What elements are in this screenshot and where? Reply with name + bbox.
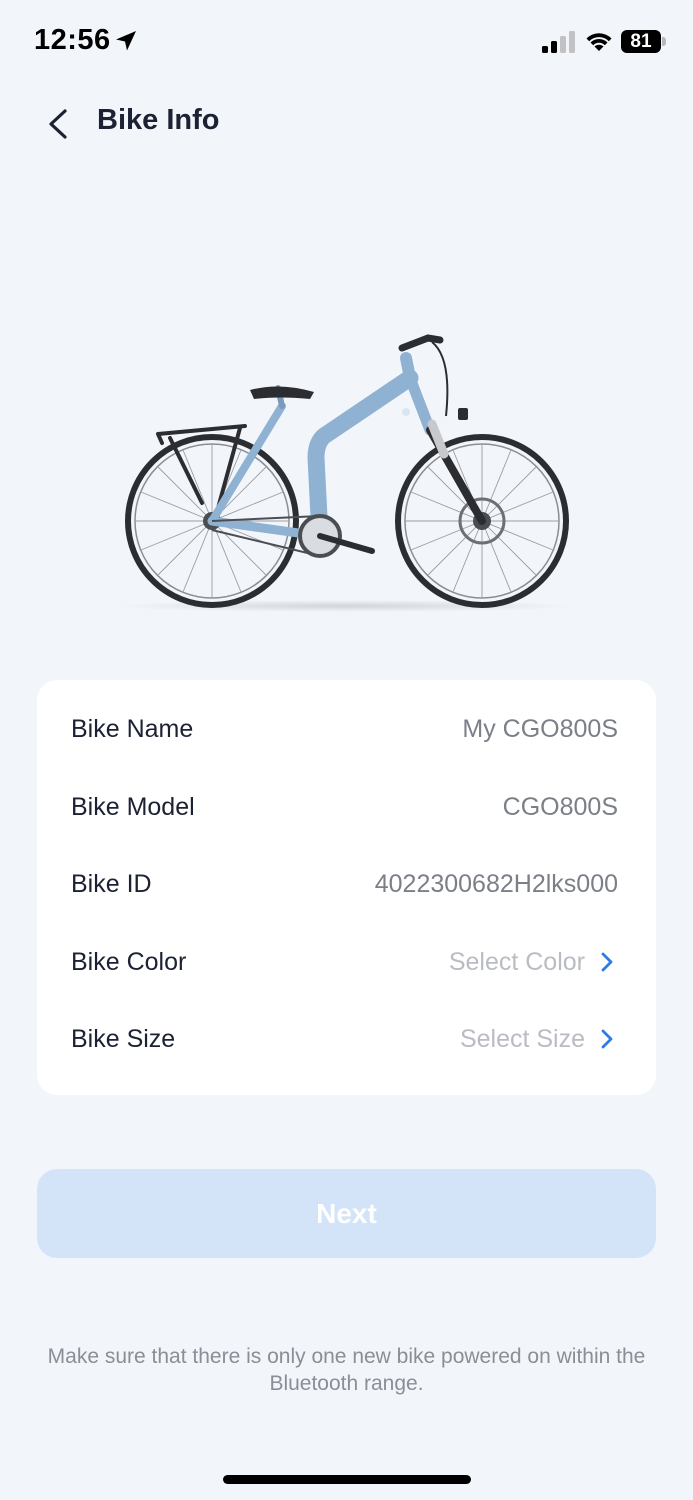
chevron-right-icon <box>601 952 613 972</box>
bike-color-label: Bike Color <box>71 948 187 976</box>
bluetooth-hint: Make sure that there is only one new bik… <box>47 1345 646 1395</box>
bike-model-row: Bike Model CGO800S <box>37 772 656 842</box>
bike-info-card: Bike Name My CGO800S Bike Model CGO800S … <box>37 680 656 1095</box>
bike-image <box>115 334 575 612</box>
next-button[interactable]: Next <box>37 1169 656 1258</box>
bike-id-value: 4022300682H2lks000 <box>374 870 618 898</box>
bike-size-row[interactable]: Bike Size Select Size <box>37 1004 656 1074</box>
chevron-left-icon <box>49 109 67 139</box>
select-size-value: Select Size <box>459 1025 585 1053</box>
battery-cap <box>662 37 666 46</box>
battery-icon: 81 <box>621 30 661 53</box>
back-button[interactable] <box>34 100 82 148</box>
cellular-signal-icon <box>542 31 575 53</box>
bike-name-row: Bike Name My CGO800S <box>37 694 656 764</box>
bike-name-value: My CGO800S <box>462 715 618 743</box>
select-color-value: Select Color <box>448 948 585 976</box>
bike-id-label: Bike ID <box>71 870 152 898</box>
location-arrow-icon <box>116 31 136 51</box>
status-bar: 12:56 81 <box>0 0 693 86</box>
bike-name-label: Bike Name <box>71 715 194 743</box>
bike-id-row: Bike ID 4022300682H2lks000 <box>37 849 656 919</box>
bike-model-value: CGO800S <box>502 793 618 821</box>
chevron-right-icon <box>601 1029 613 1049</box>
wifi-icon <box>586 33 612 51</box>
page-title: Bike Info <box>97 104 220 136</box>
bike-size-label: Bike Size <box>71 1025 176 1053</box>
bike-color-row[interactable]: Bike Color Select Color <box>37 927 656 997</box>
status-time: 12:56 <box>34 24 111 56</box>
home-indicator[interactable] <box>223 1475 471 1484</box>
bike-model-label: Bike Model <box>71 793 195 821</box>
